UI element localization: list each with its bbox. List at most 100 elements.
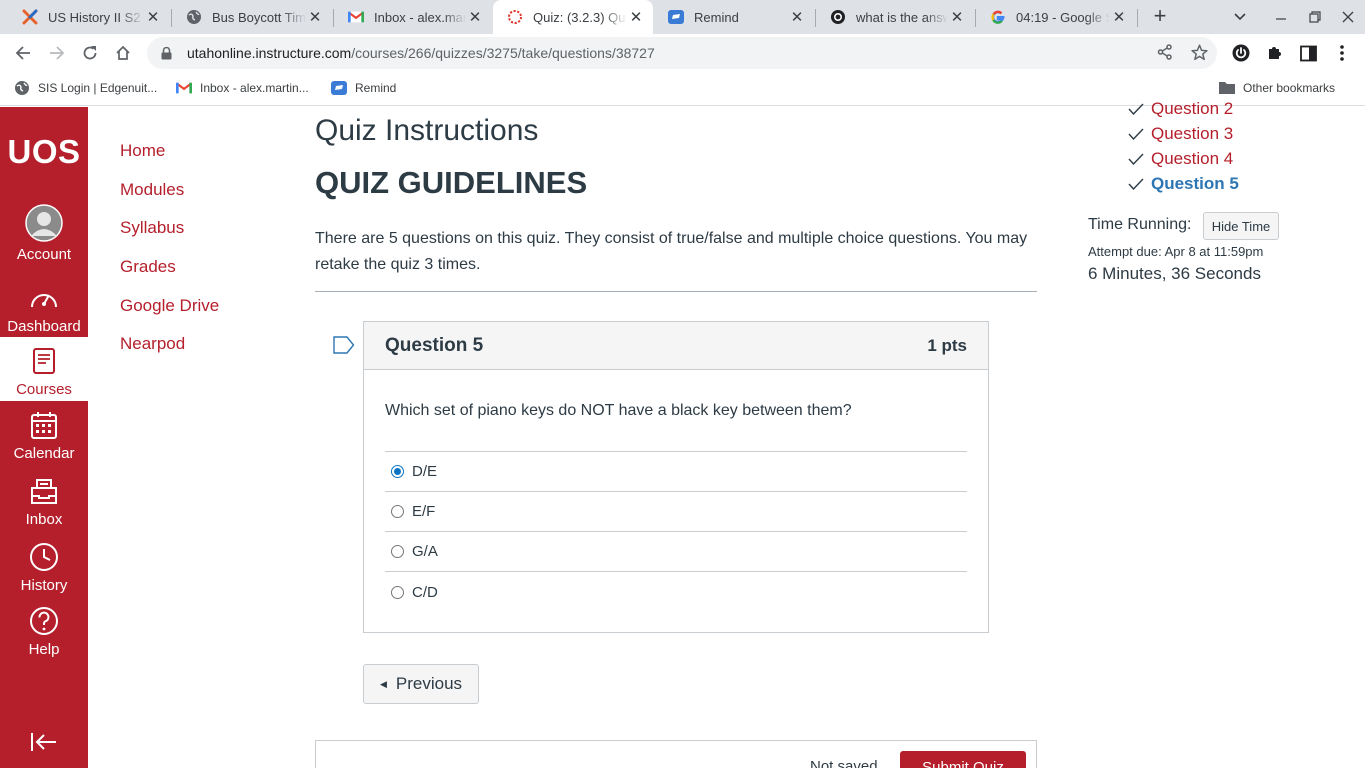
close-icon[interactable]: ✕ <box>788 8 806 26</box>
question-link-2[interactable]: Question 2 <box>1128 99 1233 119</box>
edgenuity-x-icon <box>22 9 38 25</box>
bookmark-sis-login[interactable]: SIS Login | Edgenuit... <box>14 80 157 96</box>
course-nav-syllabus[interactable]: Syllabus <box>120 218 184 238</box>
checkmark-icon <box>1128 153 1148 165</box>
answer-option[interactable]: D/E <box>385 452 967 492</box>
divider <box>315 291 1037 292</box>
global-nav-label: History <box>20 577 68 594</box>
page-title: Quiz Instructions <box>315 114 539 147</box>
global-nav-account[interactable]: Account <box>0 204 88 268</box>
url-field[interactable]: utahonline.instructure.com/courses/266/q… <box>147 37 1217 69</box>
close-icon[interactable]: ✕ <box>306 8 324 26</box>
tab-google-search[interactable]: 04:19 - Google Search ✕ <box>976 0 1136 34</box>
course-nav-grades[interactable]: Grades <box>120 257 176 277</box>
close-icon[interactable]: ✕ <box>948 8 966 26</box>
question-link-label: Question 3 <box>1151 124 1234 143</box>
answer-option[interactable]: E/F <box>385 492 967 532</box>
tab-title: what is the answer <box>856 9 948 25</box>
other-bookmarks[interactable]: Other bookmarks <box>1219 80 1335 96</box>
close-icon[interactable]: ✕ <box>627 8 645 26</box>
folder-icon <box>1219 80 1235 96</box>
close-icon[interactable]: ✕ <box>466 8 484 26</box>
history-icon <box>29 541 59 573</box>
chrome-menu-icon[interactable] <box>1330 41 1354 65</box>
global-nav-label: Courses <box>16 381 72 398</box>
question-link-5-current[interactable]: Question 5 <box>1128 174 1239 194</box>
global-nav-inbox[interactable]: Inbox <box>0 475 88 539</box>
gmail-icon <box>176 80 192 96</box>
global-nav-help[interactable]: Help <box>0 605 88 669</box>
answer-radio-selected[interactable] <box>391 465 404 478</box>
tab-quiz-active[interactable]: Quiz: (3.2.3) Quiz ✕ <box>493 0 653 34</box>
global-nav-label: Dashboard <box>7 318 81 335</box>
tab-bus-boycott[interactable]: Bus Boycott Timeline ✕ <box>172 0 332 34</box>
caret-left-icon: ◀ <box>379 678 387 689</box>
answer-label: G/A <box>412 543 438 560</box>
globe-icon <box>14 80 30 96</box>
course-nav-modules[interactable]: Modules <box>120 180 184 200</box>
close-icon[interactable]: ✕ <box>1110 8 1128 26</box>
answer-radio[interactable] <box>391 505 404 518</box>
minimize-icon[interactable] <box>1264 0 1298 34</box>
back-icon[interactable] <box>8 38 38 68</box>
home-icon[interactable] <box>108 38 138 68</box>
global-nav-label: Account <box>16 246 72 263</box>
collapse-nav-icon[interactable] <box>28 729 60 755</box>
tab-brainly[interactable]: what is the answer ✕ <box>816 0 974 34</box>
global-nav-courses[interactable]: Courses <box>0 337 88 401</box>
course-nav-nearpod[interactable]: Nearpod <box>120 334 185 354</box>
courses-icon <box>33 345 55 377</box>
new-tab-button[interactable]: + <box>1148 4 1172 30</box>
share-icon[interactable] <box>1156 43 1174 61</box>
time-elapsed: 6 Minutes, 36 Seconds <box>1088 264 1261 283</box>
course-nav-google-drive[interactable]: Google Drive <box>120 296 219 316</box>
close-icon[interactable]: ✕ <box>144 8 162 26</box>
restore-icon[interactable] <box>1298 0 1332 34</box>
attempt-due: Attempt due: Apr 8 at 11:59pm <box>1088 244 1264 259</box>
bookmark-star-icon[interactable] <box>1190 43 1208 61</box>
submit-quiz-button[interactable]: Submit Quiz <box>900 751 1026 768</box>
answer-label: D/E <box>412 463 438 480</box>
course-nav-home[interactable]: Home <box>120 141 165 161</box>
question-name: Question 5 <box>385 334 484 356</box>
tab-remind[interactable]: Remind ✕ <box>654 0 814 34</box>
question-link-label: Question 2 <box>1151 99 1234 118</box>
tab-us-history[interactable]: US History II S2 - ✕ <box>8 0 170 34</box>
question-card: Question 5 1 pts Which set of piano keys… <box>363 321 989 633</box>
side-panel-icon[interactable] <box>1296 41 1320 65</box>
quiz-description: There are 5 questions on this quiz. They… <box>315 230 1028 273</box>
checkmark-icon <box>1128 128 1148 140</box>
reload-icon[interactable] <box>75 38 105 68</box>
answer-radio[interactable] <box>391 585 404 599</box>
close-window-icon[interactable] <box>1331 0 1365 34</box>
lock-icon[interactable] <box>159 46 173 60</box>
checkmark-icon <box>1128 178 1148 190</box>
answer-option[interactable]: G/A <box>385 532 967 572</box>
extensions-puzzle-icon[interactable] <box>1263 41 1287 65</box>
forward-icon[interactable] <box>42 38 72 68</box>
power-extension-icon[interactable] <box>1229 41 1253 65</box>
question-link-4[interactable]: Question 4 <box>1128 149 1233 169</box>
global-nav-calendar[interactable]: Calendar <box>0 409 88 473</box>
question-points: 1 pts <box>927 335 967 355</box>
hide-time-button[interactable]: Hide Time <box>1203 212 1279 240</box>
tab-title: Inbox - alex.martin <box>374 9 466 25</box>
institution-logo[interactable]: UOS <box>0 107 88 197</box>
address-bar: utahonline.instructure.com/courses/266/q… <box>0 34 1365 72</box>
global-nav-history[interactable]: History <box>0 541 88 605</box>
tab-search-icon[interactable] <box>1223 0 1257 34</box>
tab-gmail-inbox[interactable]: Inbox - alex.martin ✕ <box>334 0 492 34</box>
question-text: Which set of piano keys do NOT have a bl… <box>385 402 852 419</box>
bookmark-gmail-inbox[interactable]: Inbox - alex.martin... <box>176 80 309 96</box>
tab-title: Quiz: (3.2.3) Quiz <box>533 9 627 25</box>
global-nav-label: Help <box>28 641 60 658</box>
flag-question-icon[interactable] <box>333 336 355 354</box>
remind-icon <box>668 9 684 25</box>
answer-option[interactable]: C/D <box>385 572 967 612</box>
bookmark-remind[interactable]: Remind <box>331 80 396 96</box>
answer-radio[interactable] <box>391 545 404 558</box>
question-link-3[interactable]: Question 3 <box>1128 124 1233 144</box>
avatar-icon <box>25 204 63 242</box>
previous-button[interactable]: ◀ Previous <box>363 664 479 704</box>
answer-list: D/E E/F G/A C/D <box>385 451 967 612</box>
